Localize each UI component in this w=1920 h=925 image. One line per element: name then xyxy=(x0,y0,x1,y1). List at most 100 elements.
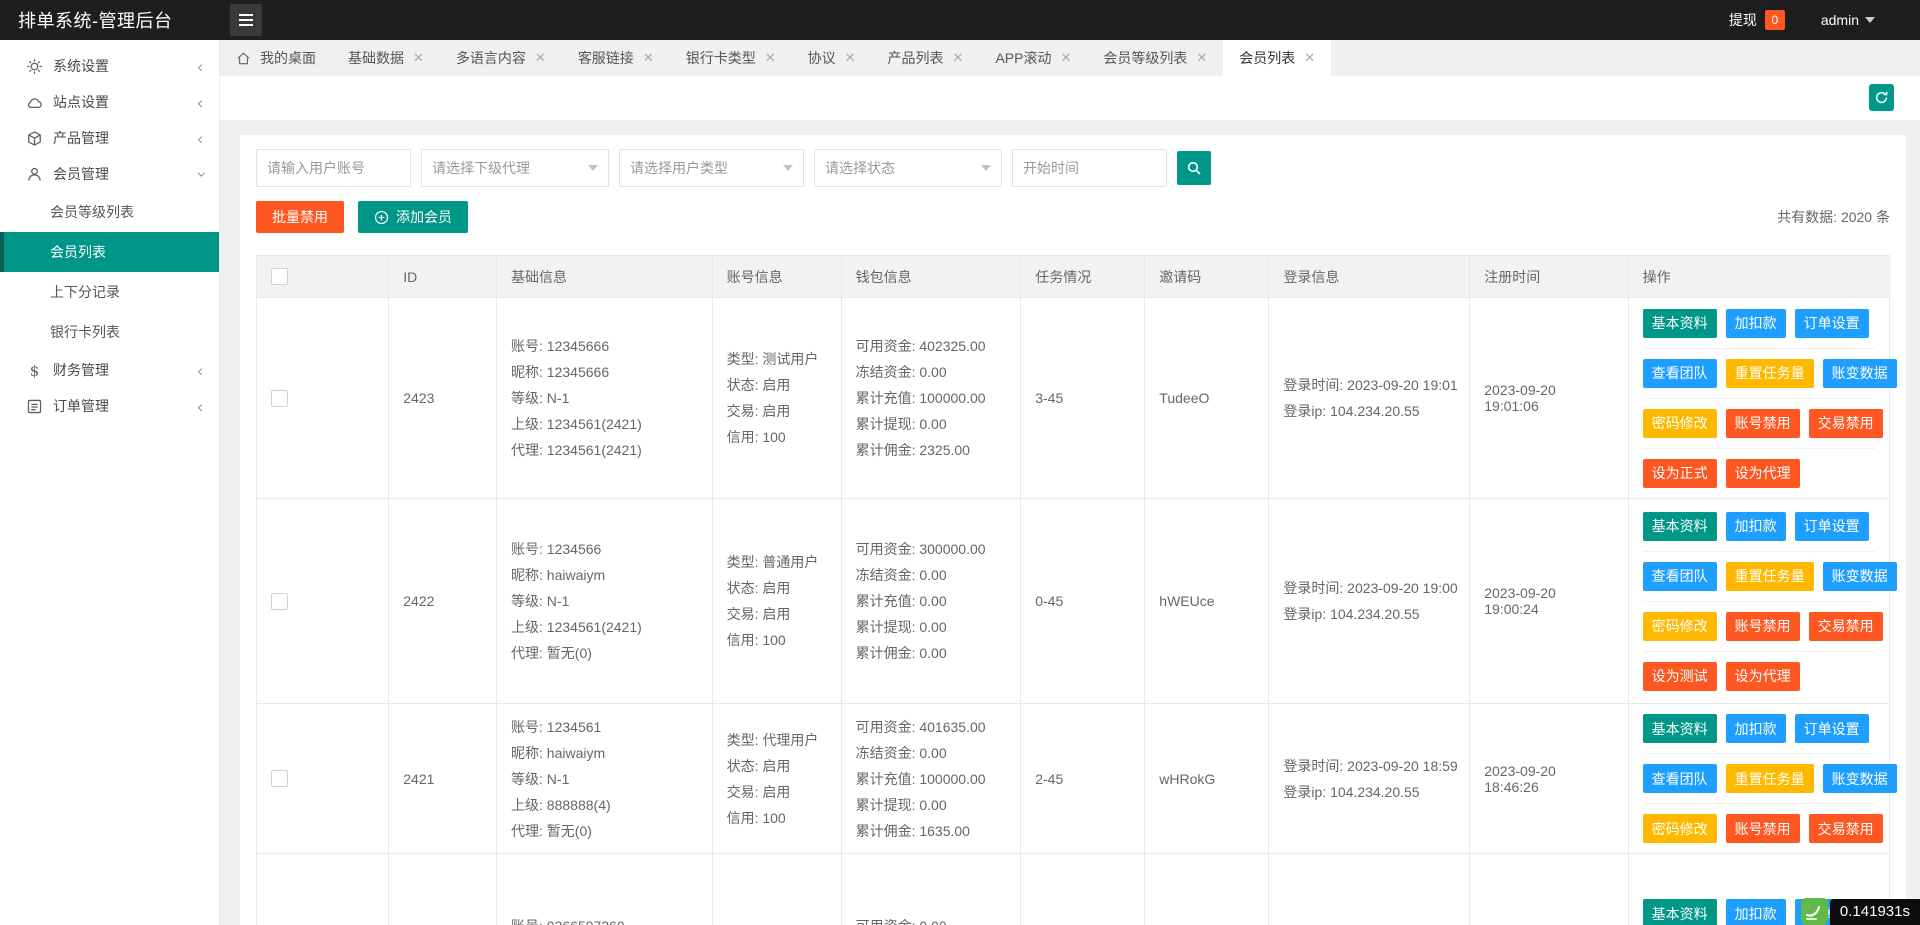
disable-trade-button[interactable]: 交易禁用 xyxy=(1809,814,1883,843)
close-icon[interactable]: ✕ xyxy=(765,50,776,66)
sidebar-item-system-settings[interactable]: 系统设置 ‹ xyxy=(0,48,219,84)
view-team-button[interactable]: 查看团队 xyxy=(1643,359,1717,388)
account-changes-button[interactable]: 账变数据 xyxy=(1823,359,1897,388)
tab-basic-data[interactable]: 基础数据✕ xyxy=(332,40,440,76)
disable-account-button[interactable]: 账号禁用 xyxy=(1726,814,1800,843)
sidebar-item-points-records[interactable]: 上下分记录 xyxy=(0,272,219,312)
view-team-button[interactable]: 查看团队 xyxy=(1643,562,1717,591)
extension-icon xyxy=(1801,898,1828,925)
sidebar-item-order-management[interactable]: 订单管理 ‹ xyxy=(0,388,219,424)
add-deduct-button[interactable]: 加扣款 xyxy=(1726,512,1786,541)
sidebar-item-member-management[interactable]: 会员管理 ‹ xyxy=(0,156,219,192)
add-deduct-button[interactable]: 加扣款 xyxy=(1726,714,1786,743)
disable-account-button[interactable]: 账号禁用 xyxy=(1726,409,1800,438)
basic-profile-button[interactable]: 基本资料 xyxy=(1643,714,1717,743)
chevron-left-icon: ‹ xyxy=(197,94,203,111)
column-header-wallet-info: 钱包信息 xyxy=(841,256,1021,298)
batch-disable-button[interactable]: 批量禁用 xyxy=(256,201,344,233)
cell-account-info: 类型: 代理用户状态: 启用交易: 启用信用: 100 xyxy=(727,727,827,831)
disable-account-button[interactable]: 账号禁用 xyxy=(1726,612,1800,641)
change-password-button[interactable]: 密码修改 xyxy=(1643,612,1717,641)
set-agent-button[interactable]: 设为代理 xyxy=(1726,662,1800,691)
close-icon[interactable]: ✕ xyxy=(1060,50,1071,66)
set-official-button[interactable]: 设为正式 xyxy=(1643,459,1717,488)
tab-service-link[interactable]: 客服链接✕ xyxy=(562,40,670,76)
change-password-button[interactable]: 密码修改 xyxy=(1643,409,1717,438)
row-checkbox[interactable] xyxy=(271,390,288,407)
sidebar-item-label: 产品管理 xyxy=(53,128,109,148)
close-icon[interactable]: ✕ xyxy=(535,50,546,66)
change-password-button[interactable]: 密码修改 xyxy=(1643,814,1717,843)
tab-bank-card-type[interactable]: 银行卡类型✕ xyxy=(670,40,792,76)
sidebar-item-member-list[interactable]: 会员列表 xyxy=(0,232,219,272)
disable-trade-button[interactable]: 交易禁用 xyxy=(1809,409,1883,438)
user-type-select[interactable]: 请选择用户类型 xyxy=(619,149,804,187)
cell-invite-code xyxy=(1145,854,1269,925)
cell-register-time: 2023-09-20 18:46:26 xyxy=(1470,704,1628,854)
basic-profile-button[interactable]: 基本资料 xyxy=(1643,309,1717,338)
dollar-icon: $ xyxy=(26,362,43,379)
cell-basic-info: 账号: 1234566昵称: haiwaiym等级: N-1上级: 123456… xyxy=(511,536,698,666)
close-icon[interactable]: ✕ xyxy=(413,50,424,66)
add-member-button[interactable]: 添加会员 xyxy=(358,201,468,233)
close-icon[interactable]: ✕ xyxy=(1196,50,1207,66)
order-settings-button[interactable]: 订单设置 xyxy=(1795,714,1869,743)
gear-icon xyxy=(26,58,43,75)
sidebar-item-member-level-list[interactable]: 会员等级列表 xyxy=(0,192,219,232)
close-icon[interactable]: ✕ xyxy=(953,50,964,66)
withdraw-link[interactable]: 提现 xyxy=(1729,10,1757,30)
reset-tasks-button[interactable]: 重置任务量 xyxy=(1726,359,1814,388)
table-row: 2422 账号: 1234566昵称: haiwaiym等级: N-1上级: 1… xyxy=(257,499,1890,704)
search-button[interactable] xyxy=(1177,151,1211,185)
sidebar-item-finance-management[interactable]: $ 财务管理 ‹ xyxy=(0,352,219,388)
tab-app-scroll[interactable]: APP滚动✕ xyxy=(979,40,1087,76)
add-deduct-button[interactable]: 加扣款 xyxy=(1726,899,1786,925)
order-settings-button[interactable]: 订单设置 xyxy=(1795,309,1869,338)
row-checkbox[interactable] xyxy=(271,593,288,610)
close-icon[interactable]: ✕ xyxy=(643,50,654,66)
set-agent-button[interactable]: 设为代理 xyxy=(1726,459,1800,488)
basic-profile-button[interactable]: 基本资料 xyxy=(1643,512,1717,541)
close-icon[interactable]: ✕ xyxy=(845,50,856,66)
chevron-left-icon: ‹ xyxy=(197,398,203,415)
select-all-checkbox[interactable] xyxy=(271,268,288,285)
basic-profile-button[interactable]: 基本资料 xyxy=(1643,899,1717,925)
cell-task-status: 3-45 xyxy=(1021,298,1145,499)
tab-multilanguage[interactable]: 多语言内容✕ xyxy=(440,40,562,76)
sidebar-item-bank-card-list[interactable]: 银行卡列表 xyxy=(0,312,219,352)
account-changes-button[interactable]: 账变数据 xyxy=(1823,764,1897,793)
order-settings-button[interactable]: 订单设置 xyxy=(1795,512,1869,541)
reset-tasks-button[interactable]: 重置任务量 xyxy=(1726,764,1814,793)
tab-member-level-list[interactable]: 会员等级列表✕ xyxy=(1087,40,1223,76)
user-menu[interactable]: admin xyxy=(1821,12,1875,28)
sidebar-item-product-management[interactable]: 产品管理 ‹ xyxy=(0,120,219,156)
column-header-id: ID xyxy=(389,256,497,298)
refresh-button[interactable] xyxy=(1869,84,1894,111)
table-row: 账号: 0366597360昵称: daotao2419 类型: 测试用户 可用… xyxy=(257,854,1890,925)
menu-toggle-button[interactable] xyxy=(230,4,262,36)
sidebar-item-label: 系统设置 xyxy=(53,56,109,76)
reset-tasks-button[interactable]: 重置任务量 xyxy=(1726,562,1814,591)
sidebar-item-site-settings[interactable]: 站点设置 ‹ xyxy=(0,84,219,120)
account-search-input[interactable] xyxy=(256,149,411,187)
disable-trade-button[interactable]: 交易禁用 xyxy=(1809,612,1883,641)
sidebar-item-label: 站点设置 xyxy=(53,92,109,112)
column-header-account-info: 账号信息 xyxy=(712,256,841,298)
row-checkbox[interactable] xyxy=(271,770,288,787)
tab-member-list[interactable]: 会员列表✕ xyxy=(1223,40,1331,76)
add-deduct-button[interactable]: 加扣款 xyxy=(1726,309,1786,338)
agent-select[interactable]: 请选择下级代理 xyxy=(421,149,609,187)
page-toolbar xyxy=(220,76,1920,120)
user-icon xyxy=(26,166,43,183)
close-icon[interactable]: ✕ xyxy=(1304,50,1315,66)
tab-agreement[interactable]: 协议✕ xyxy=(792,40,872,76)
tab-desktop[interactable]: 我的桌面 xyxy=(220,40,332,76)
chevron-down-icon xyxy=(981,165,991,171)
view-team-button[interactable]: 查看团队 xyxy=(1643,764,1717,793)
cell-id: 2421 xyxy=(389,704,497,854)
set-test-button[interactable]: 设为测试 xyxy=(1643,662,1717,691)
status-select[interactable]: 请选择状态 xyxy=(814,149,1002,187)
account-changes-button[interactable]: 账变数据 xyxy=(1823,562,1897,591)
start-time-input[interactable] xyxy=(1012,149,1167,187)
tab-product-list[interactable]: 产品列表✕ xyxy=(872,40,980,76)
